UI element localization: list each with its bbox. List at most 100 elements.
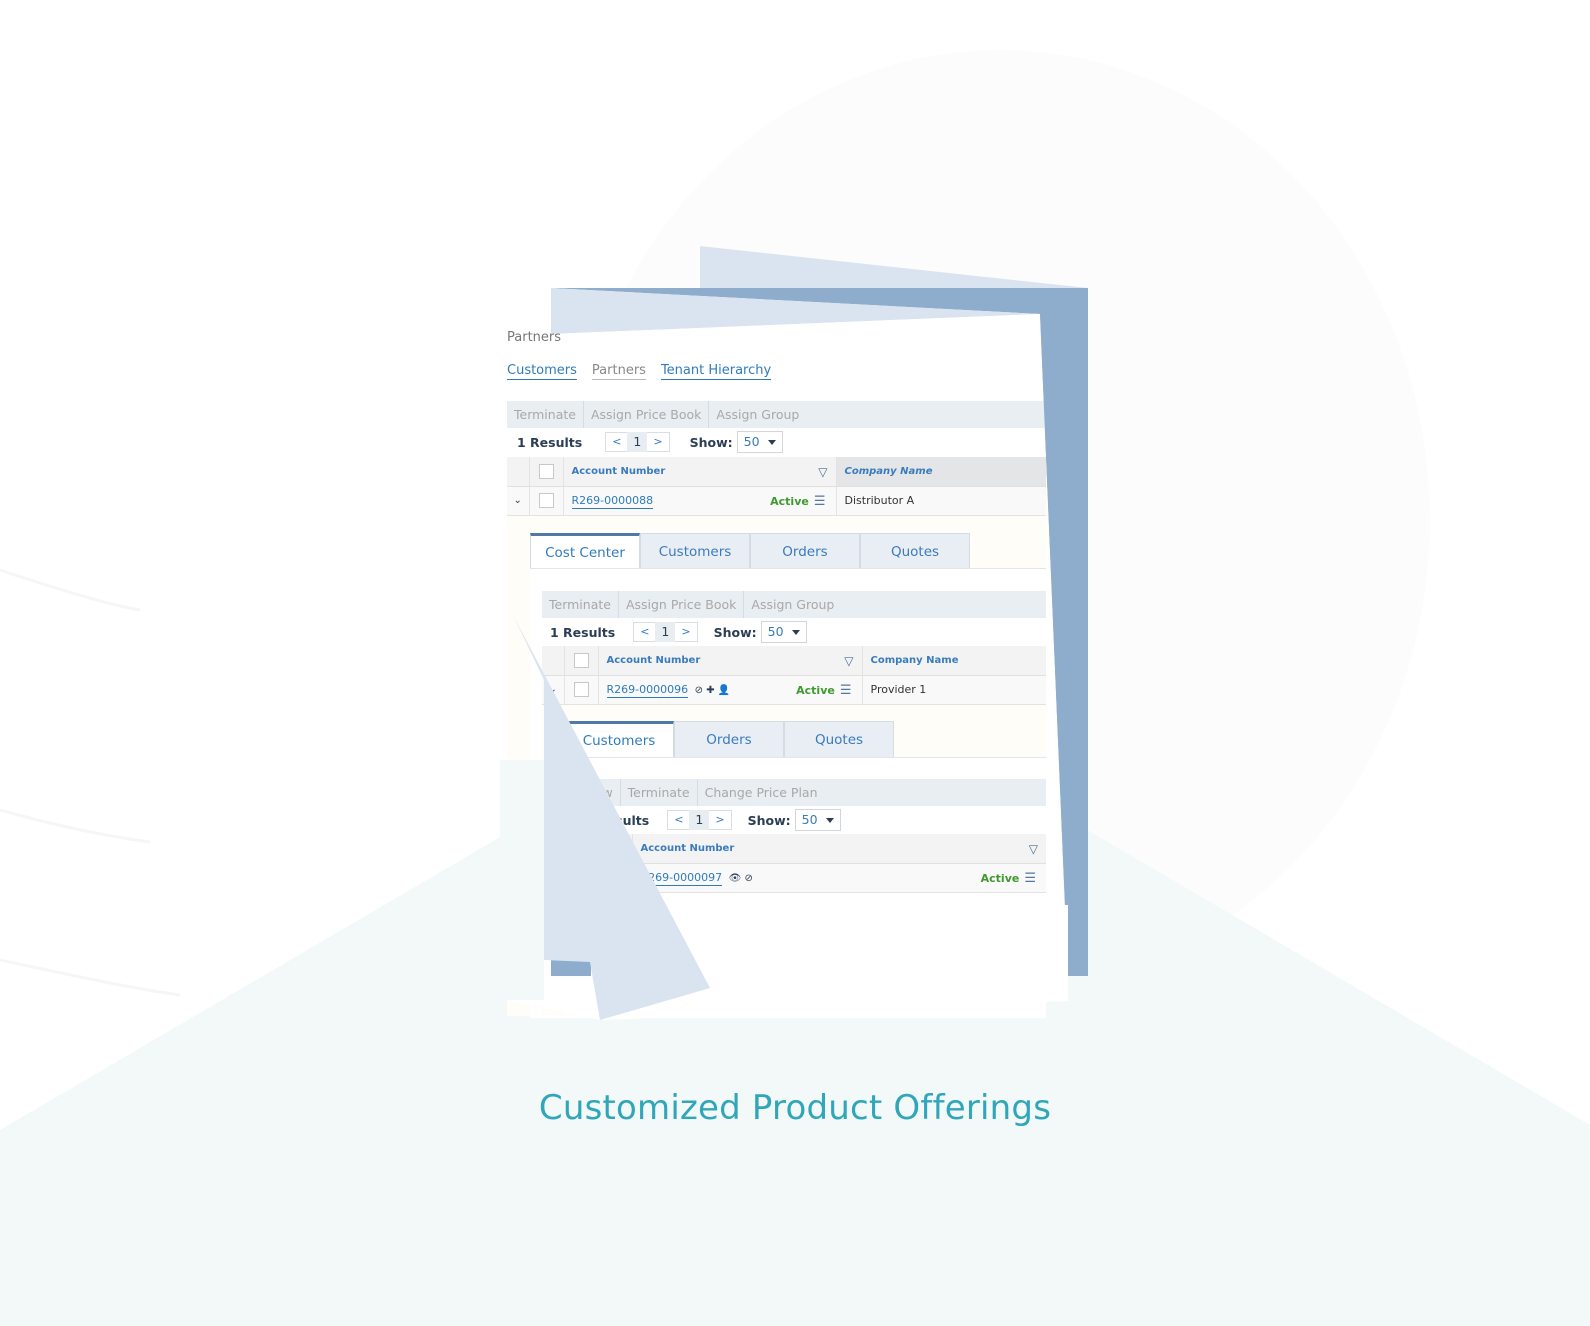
- account-number-link[interactable]: R269-0000088: [571, 494, 654, 509]
- terminate-button[interactable]: Terminate: [621, 779, 698, 806]
- company-name-cell: Distributor A: [836, 486, 1046, 516]
- tab-divider: [564, 757, 1046, 758]
- select-all-cell: [529, 457, 564, 487]
- tab-quotes[interactable]: Quotes: [784, 721, 894, 757]
- page-size-value: 50: [767, 624, 784, 639]
- caret-down-icon: [767, 439, 776, 445]
- account-number-header-label: Account Number: [606, 654, 701, 666]
- assign-group-button[interactable]: Assign Group: [744, 591, 841, 618]
- view-button[interactable]: View: [576, 779, 621, 806]
- status-text: Active: [770, 494, 809, 508]
- ban-icon[interactable]: ⊘: [695, 685, 703, 696]
- tab-orders[interactable]: Orders: [674, 721, 784, 757]
- level1-table: Account Number ▽ Company Name ⌄ R269-000…: [507, 457, 1046, 516]
- level2-results-bar: 1 Results < 1 > Show: 50: [540, 618, 807, 646]
- row-checkbox[interactable]: [573, 682, 589, 697]
- expand-header: [542, 646, 565, 676]
- prev-page-button[interactable]: <: [606, 432, 627, 452]
- assign-price-book-button[interactable]: Assign Price Book: [584, 401, 710, 428]
- account-number-link[interactable]: R269-0000097: [640, 871, 723, 886]
- nav-customers[interactable]: Customers: [507, 363, 577, 380]
- caret-down-icon: [791, 629, 800, 635]
- account-number-link[interactable]: R269-0000096: [606, 683, 689, 698]
- filter-icon[interactable]: ▽: [818, 465, 827, 479]
- level3-table: Account Number ▽ ⌄ R269-0000097 👁 ⊘ Acti…: [576, 834, 1046, 893]
- show-label: Show:: [747, 812, 791, 828]
- assign-price-book-button[interactable]: Assign Price Book: [619, 591, 745, 618]
- page-size-select[interactable]: 50: [794, 809, 841, 831]
- tab-customers[interactable]: Customers: [640, 533, 750, 569]
- row-select-cell: [529, 486, 564, 516]
- filter-icon[interactable]: ▽: [1029, 842, 1038, 856]
- status-badge: Active ☰: [796, 683, 851, 698]
- prev-page-button[interactable]: <: [668, 810, 689, 830]
- nav-tenant-hierarchy[interactable]: Tenant Hierarchy: [660, 363, 772, 380]
- ban-icon[interactable]: ⊘: [745, 873, 753, 884]
- show-label: Show:: [713, 624, 757, 640]
- expand-header: [576, 834, 599, 864]
- nav-partners[interactable]: Partners: [591, 363, 646, 380]
- page-size-select[interactable]: 50: [736, 431, 783, 453]
- account-number-header[interactable]: Account Number ▽: [598, 646, 863, 676]
- tab-divider: [530, 568, 1046, 569]
- filter-icon[interactable]: ▽: [844, 654, 853, 668]
- page-number[interactable]: 1: [627, 432, 648, 452]
- next-page-button[interactable]: >: [709, 810, 730, 830]
- select-all-cell: [598, 834, 633, 864]
- page-title: Partners: [507, 330, 562, 345]
- eye-icon[interactable]: 👁: [729, 873, 742, 884]
- level2-tabs: Customers Orders Quotes: [564, 721, 894, 757]
- level3-toolbar: View Terminate Change Price Plan: [576, 779, 1046, 806]
- caret-down-icon: [825, 817, 834, 823]
- company-name-header[interactable]: Company Name: [862, 646, 1046, 676]
- page-number[interactable]: 1: [689, 810, 710, 830]
- assign-group-button[interactable]: Assign Group: [709, 401, 806, 428]
- row-select-cell: [598, 863, 633, 893]
- company-name-cell: Provider 1: [862, 675, 1046, 705]
- pager: < 1 >: [633, 622, 698, 642]
- menu-icon[interactable]: ☰: [840, 683, 852, 698]
- chevron-down-icon[interactable]: ⌄: [576, 863, 599, 893]
- company-name-header[interactable]: Company Name: [836, 457, 1046, 487]
- status-badge: Active ☰: [981, 871, 1036, 886]
- select-all-checkbox[interactable]: [538, 463, 554, 479]
- account-number-header-label: Account Number: [571, 465, 666, 477]
- menu-icon[interactable]: ☰: [1024, 871, 1036, 886]
- page-size-value: 50: [743, 434, 760, 449]
- menu-icon[interactable]: ☰: [814, 494, 826, 509]
- tab-orders[interactable]: Orders: [750, 533, 860, 569]
- next-page-button[interactable]: >: [647, 432, 668, 452]
- pager: < 1 >: [605, 432, 670, 452]
- add-user-icon[interactable]: 👤: [718, 685, 730, 696]
- change-price-plan-button[interactable]: Change Price Plan: [698, 779, 825, 806]
- tab-customers[interactable]: Customers: [564, 721, 674, 757]
- level1-toolbar: Terminate Assign Price Book Assign Group: [507, 401, 1046, 428]
- select-all-checkbox[interactable]: [573, 652, 589, 668]
- chevron-down-icon[interactable]: ⌄: [507, 486, 530, 516]
- status-text: Active: [980, 871, 1020, 885]
- account-number-header[interactable]: Account Number ▽: [632, 834, 1046, 864]
- select-all-checkbox[interactable]: [607, 840, 623, 856]
- show-label: Show:: [689, 434, 733, 450]
- row-checkbox[interactable]: [538, 493, 554, 508]
- pager: < 1 >: [667, 810, 732, 830]
- terminate-button[interactable]: Terminate: [542, 591, 619, 618]
- page-number[interactable]: 1: [655, 622, 676, 642]
- prev-page-button[interactable]: <: [634, 622, 655, 642]
- level3-results-bar: 1 Results < 1 > Show: 50: [574, 806, 841, 834]
- page-size-value: 50: [801, 812, 818, 827]
- empty-area: [576, 893, 1046, 1018]
- tab-cost-center[interactable]: Cost Center: [530, 533, 640, 569]
- breadcrumb-nav: Customers Partners Tenant Hierarchy: [507, 363, 772, 380]
- account-number-header-label: Account Number: [640, 842, 735, 854]
- row-checkbox[interactable]: [607, 870, 623, 885]
- next-page-button[interactable]: >: [675, 622, 696, 642]
- account-number-header[interactable]: Account Number ▽: [563, 457, 837, 487]
- chevron-down-icon[interactable]: ⌄: [542, 675, 565, 705]
- page-size-select[interactable]: 50: [760, 621, 807, 643]
- plus-icon[interactable]: ✚: [706, 685, 714, 696]
- tab-quotes[interactable]: Quotes: [860, 533, 970, 569]
- terminate-button[interactable]: Terminate: [507, 401, 584, 428]
- row-action-icons: 👁 ⊘: [729, 873, 753, 884]
- table-header-row: Account Number ▽: [576, 834, 1046, 864]
